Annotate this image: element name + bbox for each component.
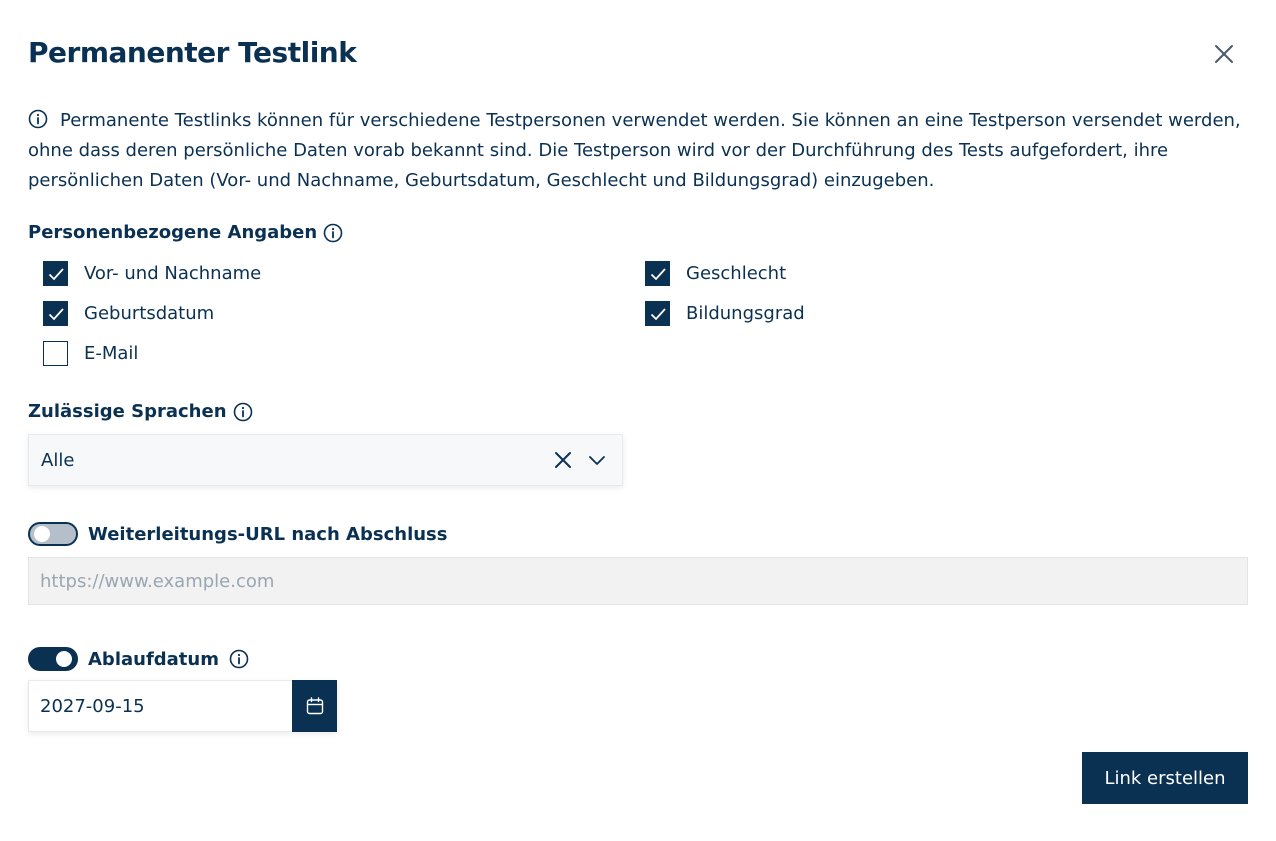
languages-selected-value: Alle [41,449,75,471]
checkbox-box[interactable] [645,261,670,286]
info-icon[interactable] [233,402,253,422]
close-button[interactable] [1210,40,1238,68]
expiry-date-input[interactable] [28,680,292,732]
checkbox-box[interactable] [645,301,670,326]
redirect-toggle[interactable] [28,522,78,546]
expiry-toggle[interactable] [28,647,78,671]
checkbox-label: Geschlecht [686,263,787,284]
checkbox-label: E-Mail [84,343,139,364]
expiry-toggle-row: Ablaufdatum [28,647,249,671]
toggle-knob [34,526,50,542]
check-icon [650,307,666,320]
check-icon [650,267,666,280]
info-text: Permanente Testlinks können für verschie… [28,110,1241,191]
redirect-label: Weiterleitungs-URL nach Abschluss [88,523,448,545]
checkbox-box[interactable] [43,261,68,286]
checkbox-name[interactable]: Vor- und Nachname [43,261,261,286]
check-icon [48,267,64,280]
check-icon [48,307,64,320]
personal-data-label: Personenbezogene Angaben [28,222,318,243]
checkbox-gender[interactable]: Geschlecht [645,261,786,286]
info-icon [28,109,48,129]
dialog-title: Permanenter Testlink [28,36,357,69]
calendar-icon [306,697,323,715]
expiry-label: Ablaufdatum [88,648,219,670]
checkbox-label: Geburtsdatum [84,303,215,324]
personal-data-heading: Personenbezogene Angaben [28,222,343,243]
chevron-down-icon[interactable] [586,449,608,471]
calendar-button[interactable] [292,680,337,732]
languages-heading: Zulässige Sprachen [28,401,253,422]
checkbox-box[interactable] [43,301,68,326]
close-icon [1215,45,1233,63]
checkbox-label: Vor- und Nachname [84,263,262,284]
checkbox-email[interactable]: E-Mail [43,341,138,366]
checkbox-birthdate[interactable]: Geburtsdatum [43,301,214,326]
languages-label: Zulässige Sprachen [28,401,227,422]
checkbox-education[interactable]: Bildungsgrad [645,301,805,326]
languages-select[interactable]: Alle [28,434,623,486]
clear-icon[interactable] [552,449,574,471]
info-icon[interactable] [229,649,249,669]
redirect-toggle-row: Weiterleitungs-URL nach Abschluss [28,522,447,546]
checkbox-box[interactable] [43,341,68,366]
expiry-date-field [28,680,337,732]
redirect-url-input[interactable] [28,557,1248,605]
create-link-button[interactable]: Link erstellen [1082,752,1248,804]
permanent-testlink-dialog: Permanenter Testlink Permanente Testlink… [0,0,1276,841]
checkbox-label: Bildungsgrad [686,303,805,324]
info-icon[interactable] [323,223,343,243]
toggle-knob [56,651,72,667]
info-paragraph: Permanente Testlinks können für verschie… [28,106,1243,196]
